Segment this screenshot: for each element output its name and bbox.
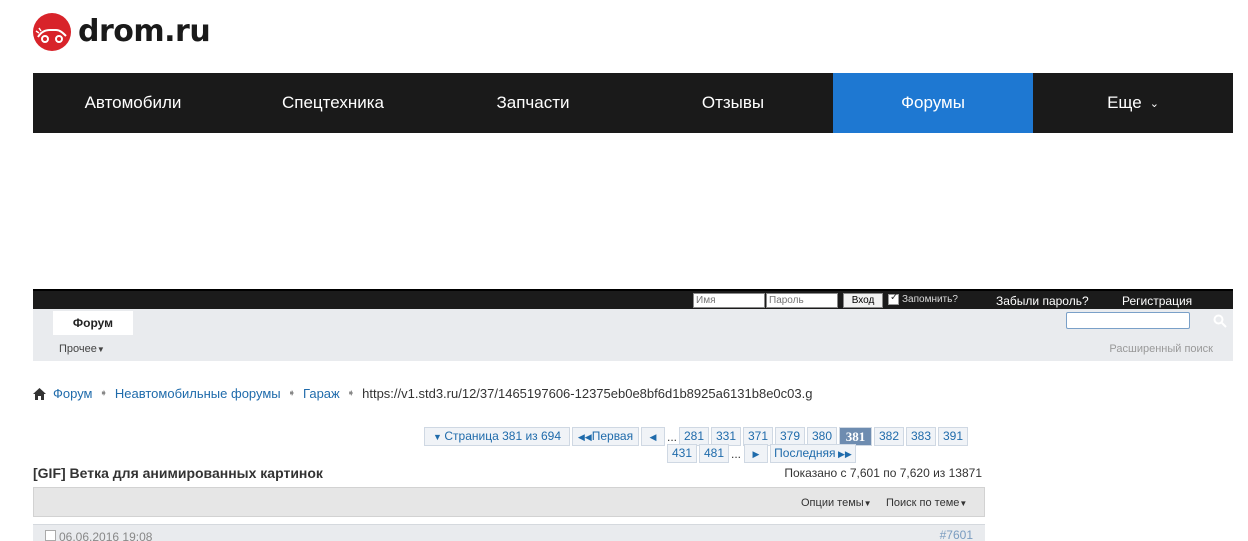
- posts-shown-info: Показано с 7,601 по 7,620 из 13871: [784, 466, 982, 480]
- search-icon[interactable]: [1213, 314, 1227, 328]
- remember-me[interactable]: Запомнить?: [888, 292, 958, 305]
- login-bar: Вход Запомнить? Забыли пароль? Регистрац…: [33, 289, 1233, 309]
- next-page-button[interactable]: ▶: [744, 444, 768, 463]
- triangle-down-icon: ▼: [96, 345, 105, 354]
- advanced-search-link[interactable]: Расширенный поиск: [1109, 343, 1213, 355]
- double-right-icon: ▶▶: [835, 449, 852, 459]
- site-logo[interactable]: drom.ru: [33, 13, 211, 51]
- triangle-down-icon: ▼: [959, 499, 968, 508]
- page-431[interactable]: 431: [667, 444, 697, 463]
- car-logo-icon: [33, 13, 71, 51]
- home-icon[interactable]: [33, 387, 46, 400]
- thread-options-label: Опции темы: [801, 497, 864, 509]
- thread-search-menu[interactable]: Поиск по теме▼: [886, 497, 967, 509]
- site-name: drom.ru: [78, 14, 211, 49]
- nav-parts[interactable]: Запчасти: [433, 73, 633, 133]
- post-number-link[interactable]: #7601: [940, 528, 973, 541]
- nav-reviews[interactable]: Отзывы: [633, 73, 833, 133]
- breadcrumb-garage[interactable]: Гараж: [303, 386, 340, 401]
- nav-parts-label: Запчасти: [496, 93, 570, 112]
- page-382[interactable]: 382: [874, 427, 904, 446]
- nav-special-machinery[interactable]: Спецтехника: [233, 73, 433, 133]
- breadcrumb-separator-icon: ➧: [346, 388, 356, 399]
- page-info-label: Страница 381 из 694: [444, 429, 562, 443]
- breadcrumb-current: https://v1.std3.ru/12/37/1465197606-1237…: [362, 386, 813, 401]
- password-input[interactable]: [766, 293, 838, 308]
- post-date: 06.06.2016 19:08: [59, 530, 153, 541]
- first-page-button[interactable]: ◀◀Первая: [572, 427, 639, 446]
- chevron-down-icon: ⌄: [1149, 97, 1159, 110]
- page-info-dropdown[interactable]: ▼ Страница 381 из 694: [424, 427, 570, 446]
- remember-label: Запомнить?: [902, 294, 958, 305]
- page-383[interactable]: 383: [906, 427, 936, 446]
- remember-checkbox[interactable]: [888, 292, 899, 305]
- thread-search-label: Поиск по теме: [886, 497, 960, 509]
- pagination-dots: ...: [667, 430, 678, 444]
- breadcrumb-separator-icon: ➧: [99, 388, 108, 399]
- breadcrumb: Форум ➧ Неавтомобильные форумы ➧ Гараж ➧…: [33, 386, 812, 401]
- misc-menu-label: Прочее: [59, 343, 97, 355]
- tab-forum[interactable]: Форум: [53, 311, 133, 335]
- thread-options-menu[interactable]: Опции темы▼: [801, 497, 872, 509]
- page: drom.ru Автомобили Спецтехника Запчасти …: [0, 0, 1248, 541]
- pagination-dots: ...: [731, 447, 742, 461]
- thread-title: [GIF] Ветка для анимированных картинок: [33, 465, 323, 481]
- nav-cars-label: Автомобили: [84, 93, 182, 112]
- nav-forums-label: Форумы: [901, 93, 965, 112]
- page-391[interactable]: 391: [938, 427, 968, 446]
- triangle-down-icon: ▼: [432, 432, 445, 442]
- nav-special-machinery-label: Спецтехника: [282, 93, 384, 112]
- double-left-icon: ◀◀: [577, 432, 592, 442]
- breadcrumb-forum[interactable]: Форум: [53, 386, 93, 401]
- last-page-label: Последняя: [774, 446, 836, 460]
- thread-options-bar: Опции темы▼ Поиск по теме▼: [33, 487, 985, 517]
- nav-more-label: Еще: [1107, 93, 1142, 112]
- last-page-button[interactable]: Последняя ▶▶: [770, 444, 856, 463]
- nav-more[interactable]: Еще ⌄: [1033, 73, 1233, 133]
- nav-cars[interactable]: Автомобили: [33, 73, 233, 133]
- triangle-down-icon: ▼: [863, 499, 872, 508]
- page-481[interactable]: 481: [699, 444, 729, 463]
- prev-page-button[interactable]: ◀: [641, 427, 665, 446]
- breadcrumb-non-auto-forums[interactable]: Неавтомобильные форумы: [115, 386, 281, 401]
- chevron-left-icon: ◀: [649, 432, 657, 442]
- post-header: 06.06.2016 19:08 #7601: [33, 524, 985, 541]
- breadcrumb-separator-icon: ➧: [287, 388, 297, 399]
- login-button[interactable]: Вход: [843, 293, 883, 308]
- main-navigation: Автомобили Спецтехника Запчасти Отзывы Ф…: [33, 73, 1233, 133]
- forgot-password-link[interactable]: Забыли пароль?: [996, 294, 1089, 308]
- chevron-right-icon: ▶: [752, 449, 760, 459]
- misc-menu[interactable]: Прочее▼: [59, 343, 105, 355]
- nav-forums[interactable]: Форумы: [833, 73, 1033, 133]
- first-page-label: Первая: [591, 429, 634, 443]
- post-checkbox[interactable]: [45, 530, 56, 541]
- register-link[interactable]: Регистрация: [1122, 294, 1192, 308]
- search-input[interactable]: [1066, 312, 1190, 329]
- forum-tabs-bar: Форум Прочее▼ Расширенный поиск: [33, 309, 1233, 361]
- username-input[interactable]: [693, 293, 765, 308]
- nav-reviews-label: Отзывы: [701, 93, 765, 112]
